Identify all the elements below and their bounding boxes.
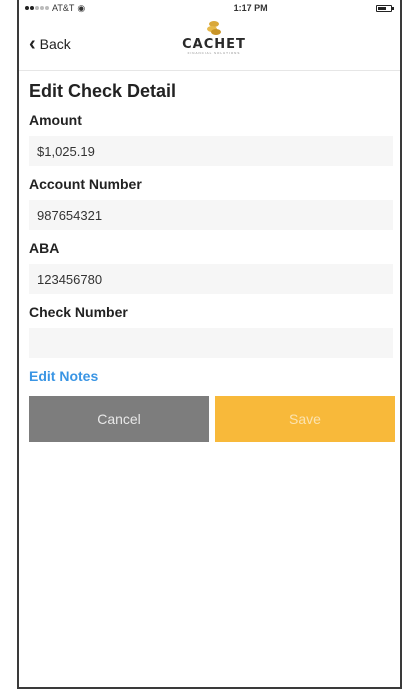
phone-screen: AT&T ◉ 1:17 PM ‹ Back CACHET FINANCIAL S… [17,0,402,689]
status-left: AT&T ◉ [25,3,85,14]
action-buttons: Cancel Save [29,396,395,442]
carrier-name: AT&T [52,3,75,13]
back-label: Back [39,36,71,52]
chevron-left-icon: ‹ [29,33,36,55]
logo-text: CACHET [182,37,246,52]
signal-strength-icon [25,6,49,10]
check-number-field[interactable] [29,328,393,358]
edit-notes-link[interactable]: Edit Notes [29,368,392,384]
status-bar: AT&T ◉ 1:17 PM [19,0,400,16]
wifi-icon: ◉ [77,2,86,13]
cancel-button[interactable]: Cancel [29,396,209,442]
back-button[interactable]: ‹ Back [29,34,71,54]
page-title: Edit Check Detail [29,81,177,101]
form-content: Edit Check Detail Amount Account Number … [19,71,400,442]
aba-field[interactable] [29,264,393,294]
account-number-label: Account Number [29,176,142,192]
aba-label: ABA [29,240,60,256]
check-number-label: Check Number [29,304,128,320]
cachet-logo: CACHET FINANCIAL SOLUTIONS [169,20,259,64]
save-button[interactable]: Save [215,396,395,442]
coin-stack-icon [207,21,221,35]
nav-bar: ‹ Back CACHET FINANCIAL SOLUTIONS [19,16,400,71]
status-time: 1:17 PM [233,3,268,13]
amount-field[interactable] [29,136,393,166]
amount-label: Amount [29,112,82,128]
account-number-field[interactable] [29,200,393,230]
battery-icon [376,4,394,12]
